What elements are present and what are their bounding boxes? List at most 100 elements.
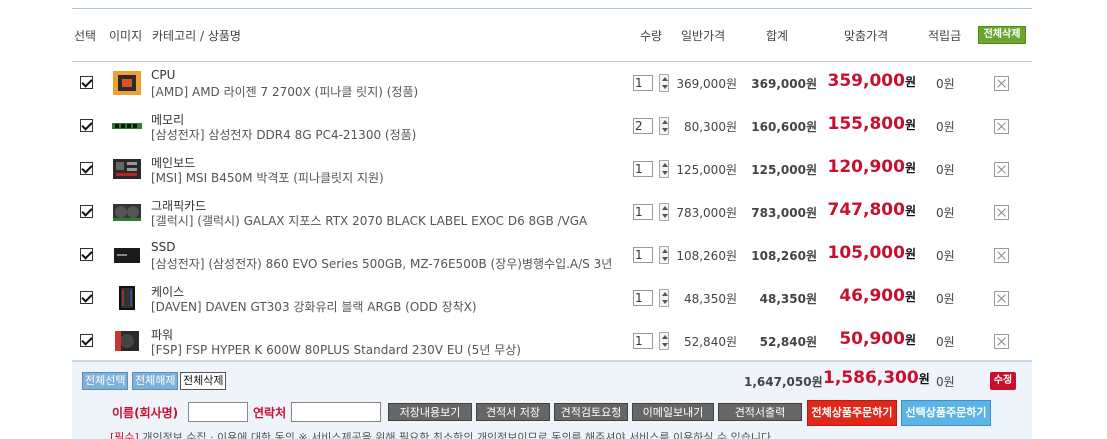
fit-price-unit: 원 xyxy=(904,118,916,132)
total-sum: 1,647,050원 xyxy=(744,375,823,389)
header-point: 적립금 xyxy=(928,29,962,43)
point-total: 0원 xyxy=(936,375,955,389)
fit-price-unit: 원 xyxy=(904,247,916,261)
order-all-button[interactable]: 전체상품주문하기 xyxy=(807,400,897,426)
delete-row-icon[interactable] xyxy=(994,205,1009,220)
product-name[interactable]: [삼성전자] 삼성전자 DDR4 8G PC4-21300 (정품) xyxy=(151,126,416,143)
fit-price-value: 747,800 xyxy=(827,200,905,220)
qty-stepper[interactable] xyxy=(659,289,669,307)
table-header: 선택 이미지 카테고리 / 상품명 수량 일반가격 합계 맞춤가격 적립금 전체… xyxy=(72,8,1032,62)
qty-input[interactable]: 1 xyxy=(633,75,653,91)
row-point: 0원 xyxy=(936,77,955,91)
qty-input[interactable]: 1 xyxy=(633,161,653,177)
unit-price: 108,260원 xyxy=(676,249,737,263)
row-checkbox[interactable] xyxy=(80,205,93,218)
row-sum: 160,600원 xyxy=(751,120,817,134)
row-checkbox[interactable] xyxy=(80,334,93,347)
print-quote-button[interactable]: 견적서출력 xyxy=(718,403,802,421)
contact-input[interactable] xyxy=(291,402,381,422)
row-sum: 48,350원 xyxy=(759,292,817,306)
qty-input[interactable]: 1 xyxy=(633,247,653,263)
name-label: 이름(회사명) xyxy=(112,406,179,420)
fit-price: 120,900원 xyxy=(828,157,916,177)
row-checkbox[interactable] xyxy=(80,248,93,261)
header-sum: 합계 xyxy=(766,29,789,43)
delete-row-icon[interactable] xyxy=(994,162,1009,177)
contact-label: 연락처 xyxy=(253,406,287,420)
row-sum: 108,260원 xyxy=(751,249,817,263)
table-row: 그래픽카드 [갤럭시] (갤럭시) GALAX 지포스 RTX 2070 BLAC… xyxy=(72,191,1032,234)
unit-price: 369,000원 xyxy=(676,77,737,91)
select-all-button[interactable]: 전체선택 xyxy=(82,372,128,390)
fit-price: 155,800원 xyxy=(828,114,916,134)
product-name[interactable]: [삼성전자] (삼성전자) 860 EVO Series 500GB, MZ-7… xyxy=(151,255,612,272)
delete-all-button-top[interactable]: 전체삭제 xyxy=(978,26,1026,44)
fit-price: 105,000원 xyxy=(828,243,916,263)
qty-input[interactable]: 1 xyxy=(633,333,653,349)
product-category: CPU xyxy=(151,68,176,82)
item-list: CPU [AMD] AMD 라이젠 7 2700X (피나클 릿지) (정품) 1 3… xyxy=(72,62,1032,363)
product-name[interactable]: [DAVEN] DAVEN GT303 강화유리 블랙 ARGB (ODD 장착… xyxy=(151,298,477,315)
save-quote-button[interactable]: 견적서 저장 xyxy=(476,403,550,421)
delete-all-button[interactable]: 전체삭제 xyxy=(180,372,226,390)
row-checkbox[interactable] xyxy=(80,119,93,132)
fit-price-value: 359,000 xyxy=(827,71,905,91)
delete-row-icon[interactable] xyxy=(994,291,1009,306)
qty-stepper[interactable] xyxy=(659,332,669,350)
delete-row-icon[interactable] xyxy=(994,248,1009,263)
send-email-button[interactable]: 이메일보내기 xyxy=(632,403,714,421)
row-sum: 783,000원 xyxy=(751,206,817,220)
fit-price-unit: 원 xyxy=(904,75,916,89)
product-category: SSD xyxy=(151,240,176,254)
header-category-name: 카테고리 / 상품명 xyxy=(152,29,241,43)
delete-row-icon[interactable] xyxy=(994,119,1009,134)
product-thumbnail xyxy=(112,328,142,354)
qty-stepper[interactable] xyxy=(659,117,669,135)
row-checkbox[interactable] xyxy=(80,162,93,175)
row-point: 0원 xyxy=(936,335,955,349)
qty-input[interactable]: 2 xyxy=(633,118,653,134)
row-checkbox[interactable] xyxy=(80,291,93,304)
fit-price-value: 105,000 xyxy=(827,243,905,263)
header-qty: 수량 xyxy=(640,29,663,43)
product-name[interactable]: [갤럭시] (갤럭시) GALAX 지포스 RTX 2070 BLACK LAB… xyxy=(151,212,587,229)
table-row: 메모리 [삼성전자] 삼성전자 DDR4 8G PC4-21300 (정품) 2 80… xyxy=(72,105,1032,148)
unit-price: 125,000원 xyxy=(676,163,737,177)
qty-stepper[interactable] xyxy=(659,160,669,178)
edit-button[interactable]: 수정 xyxy=(990,372,1016,390)
unit-price: 783,000원 xyxy=(676,206,737,220)
row-point: 0원 xyxy=(936,206,955,220)
qty-input[interactable]: 1 xyxy=(633,290,653,306)
fit-price: 46,900원 xyxy=(839,286,916,306)
qty-input[interactable]: 1 xyxy=(633,204,653,220)
qty-stepper[interactable] xyxy=(659,246,669,264)
product-name[interactable]: [MSI] MSI B450M 박격포 (피나클릿지 지원) xyxy=(151,169,384,186)
header-price: 일반가격 xyxy=(681,29,726,43)
unit-price: 80,300원 xyxy=(683,120,737,134)
table-row: 케이스 [DAVEN] DAVEN GT303 강화유리 블랙 ARGB (ODD… xyxy=(72,277,1032,320)
product-name[interactable]: [AMD] AMD 라이젠 7 2700X (피나클 릿지) (정품) xyxy=(151,83,418,100)
privacy-notice: [필수] 개인정보 수집 · 이용에 대한 동의 ※ 서비스제공을 위해 필요한… xyxy=(110,429,775,439)
row-sum: 52,840원 xyxy=(759,335,817,349)
unselect-all-button[interactable]: 전체해제 xyxy=(132,372,178,390)
view-saved-button[interactable]: 저장내용보기 xyxy=(388,403,472,421)
fit-price-unit: 원 xyxy=(904,290,916,304)
order-selected-button[interactable]: 선택상품주문하기 xyxy=(901,400,991,426)
delete-row-icon[interactable] xyxy=(994,334,1009,349)
qty-stepper[interactable] xyxy=(659,74,669,92)
notice-text: 개인정보 수집 · 이용에 대한 동의 ※ 서비스제공을 위해 필요한 최소한의… xyxy=(138,431,775,439)
row-sum: 369,000원 xyxy=(751,77,817,91)
product-name[interactable]: [FSP] FSP HYPER K 600W 80PLUS Standard 2… xyxy=(151,341,521,358)
table-row: 메인보드 [MSI] MSI B450M 박격포 (피나클릿지 지원) 1 125,0… xyxy=(72,148,1032,191)
fit-price-unit: 원 xyxy=(904,333,916,347)
table-row: CPU [AMD] AMD 라이젠 7 2700X (피나클 릿지) (정품) 1 3… xyxy=(72,62,1032,105)
name-input[interactable] xyxy=(188,402,248,422)
fit-total: 1,586,300원 xyxy=(823,368,930,388)
fit-price-value: 155,800 xyxy=(827,114,905,134)
request-review-button[interactable]: 견적검토요청 xyxy=(554,403,628,421)
qty-stepper[interactable] xyxy=(659,203,669,221)
delete-row-icon[interactable] xyxy=(994,76,1009,91)
fit-price-value: 50,900 xyxy=(839,329,905,349)
row-checkbox[interactable] xyxy=(80,76,93,89)
table-row: 파워 [FSP] FSP HYPER K 600W 80PLUS Standard… xyxy=(72,320,1032,363)
